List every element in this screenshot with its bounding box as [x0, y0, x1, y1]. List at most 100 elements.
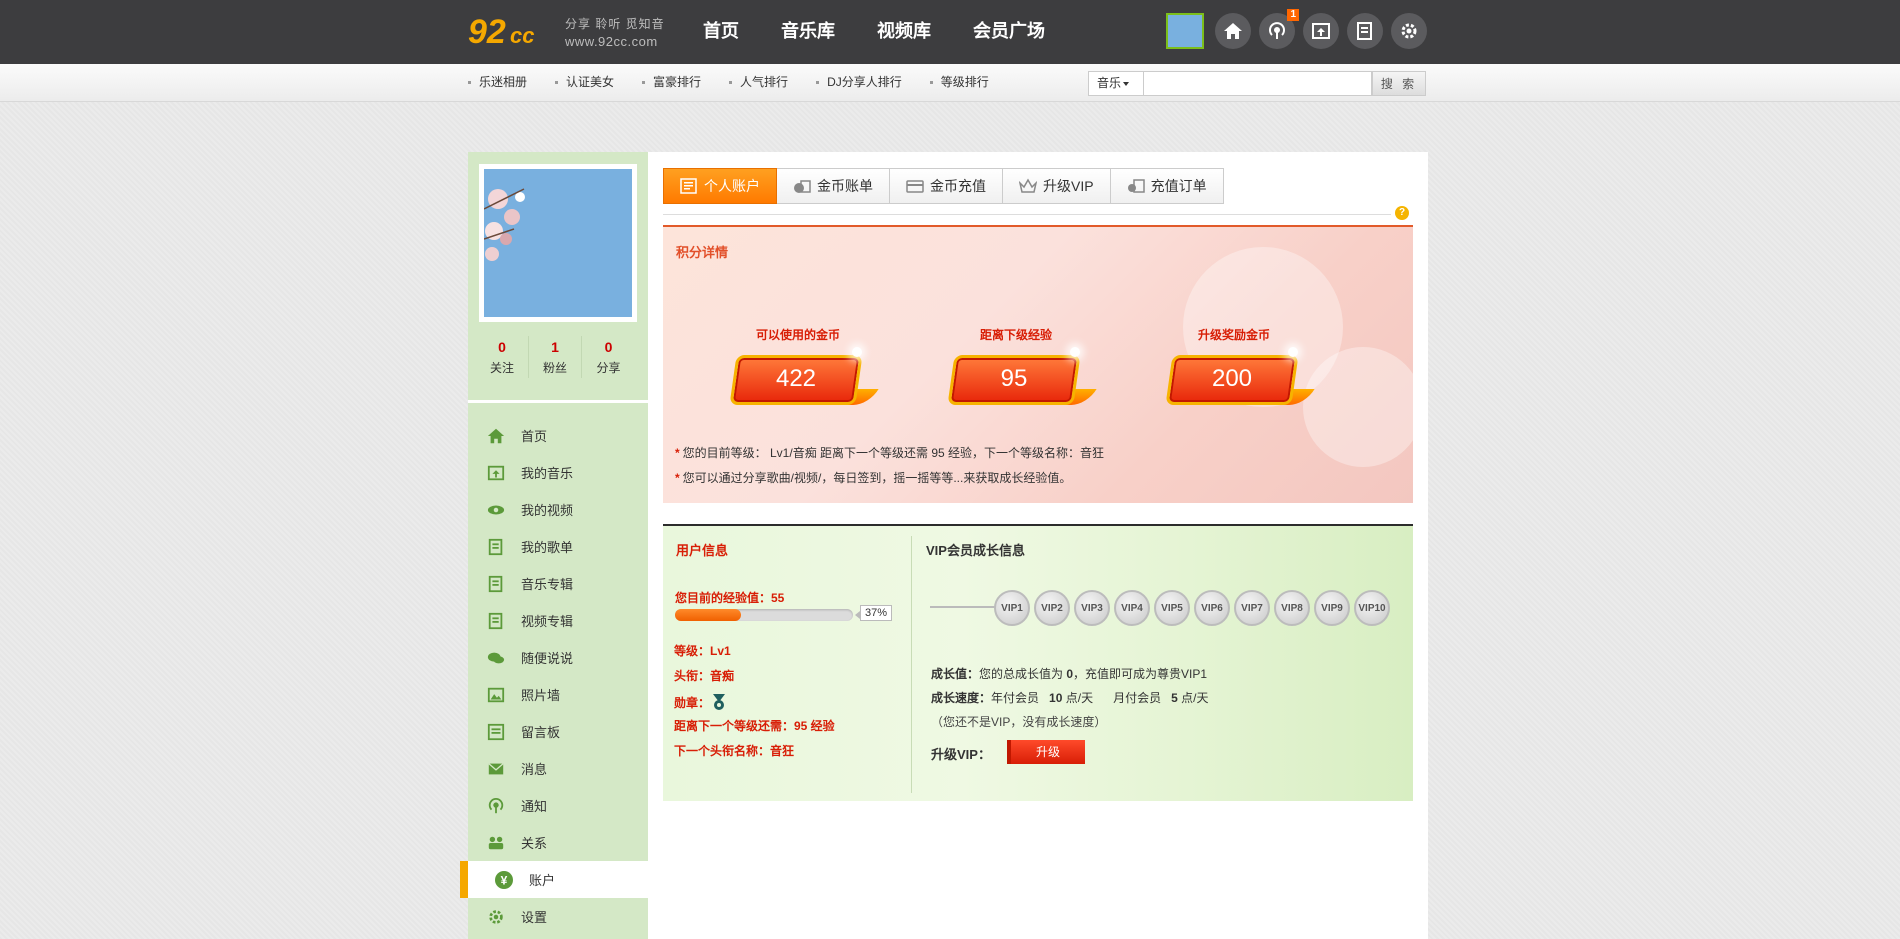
subnav-label: 认证美女 [566, 75, 615, 89]
points-badge: 422 [728, 347, 879, 413]
notification-icon[interactable]: 1 [1259, 9, 1299, 49]
top-bar: 92 cc 分享 聆听 觅知音 www.92cc.com 首页 音乐库 视频库 … [0, 0, 1900, 64]
subnav-rich-rank[interactable]: 富豪排行 [642, 64, 701, 100]
sidebar-item-music-album[interactable]: 音乐专辑 [468, 565, 648, 602]
stat-label: 粉丝 [542, 361, 567, 375]
upgrade-button[interactable]: 升级 [1011, 740, 1085, 764]
subnav-verified-beauty[interactable]: 认证美女 [555, 64, 614, 100]
user-avatar-thumb[interactable] [1166, 13, 1204, 49]
nav-music-library[interactable]: 音乐库 [781, 0, 835, 64]
search-category-value: 音乐 [1097, 76, 1122, 90]
exp-progress-bar [675, 609, 853, 621]
gear-icon[interactable] [1391, 13, 1427, 49]
tab-coin-bill[interactable]: 金币账单 [777, 168, 890, 204]
vip-level-7: VIP7 [1234, 590, 1270, 626]
subnav-popular-rank[interactable]: 人气排行 [729, 64, 788, 100]
svg-text:cc: cc [510, 23, 534, 48]
domain-text: www.92cc.com [565, 34, 658, 49]
list-icon [486, 537, 506, 557]
list-icon [486, 574, 506, 594]
sidebar-item-my-playlist[interactable]: 我的歌单 [468, 528, 648, 565]
sidebar-item-my-video[interactable]: 我的视频 [468, 491, 648, 528]
svg-text:¥: ¥ [501, 873, 508, 887]
nav-member-plaza[interactable]: 会员广场 [973, 0, 1045, 64]
board-icon [486, 722, 506, 742]
nav-video-library[interactable]: 视频库 [877, 0, 931, 64]
tab-coin-recharge[interactable]: 金币充值 [890, 168, 1003, 204]
sidebar-item-relations[interactable]: 关系 [468, 824, 648, 861]
sidebar-item-photo-wall[interactable]: 照片墙 [468, 676, 648, 713]
next-level-need: 距离下一个等级还需：95 经验 [674, 719, 835, 733]
sidebar-item-label: 随便说说 [521, 651, 574, 666]
sidebar-item-messages[interactable]: 消息 [468, 750, 648, 787]
search-box: 音乐 搜 索 [1088, 71, 1426, 96]
points-item-value: 422 [775, 365, 817, 392]
card-icon [906, 180, 924, 193]
sidebar-item-label: 首页 [521, 429, 548, 444]
info-panel: 用户信息 您目前的经验值：55 37% 等级：Lv1 头衔：音痴 勋章： 距离下… [663, 524, 1413, 801]
sidebar-item-video-album[interactable]: 视频专辑 [468, 602, 648, 639]
main-nav: 首页 音乐库 视频库 会员广场 [703, 0, 1087, 64]
stat-following[interactable]: 0 关注 [476, 336, 529, 378]
sidebar-item-label: 我的音乐 [521, 466, 574, 481]
vip-level-2: VIP2 [1034, 590, 1070, 626]
home-icon [486, 426, 506, 446]
tab-personal-account[interactable]: 个人账户 [663, 168, 777, 204]
upload-icon[interactable] [1303, 13, 1339, 49]
level-note: * 您的目前等级： Lv1/音痴 距离下一个等级还需 95 经验，下一个等级名称：… [675, 446, 1105, 460]
points-panel: 积分详情 可以使用的金币 422 距离下级经验 95 升级奖励金币 200 * 您… [663, 225, 1413, 503]
home-icon[interactable] [1215, 13, 1251, 49]
search-input[interactable] [1144, 71, 1372, 96]
speed-unit: 点/天 [1065, 691, 1094, 705]
points-item-label: 可以使用的金币 [755, 328, 840, 342]
growth-label: 成长值： [931, 667, 980, 681]
logo-slogan: 分享 聆听 觅知音 www.92cc.com [565, 16, 665, 50]
points-item-usable-coins: 可以使用的金币 422 [713, 327, 883, 413]
speed-label: 成长速度： [931, 691, 992, 705]
sidebar-item-notifications[interactable]: 通知 [468, 787, 648, 824]
points-item-upgrade-reward: 升级奖励金币 200 [1149, 327, 1319, 413]
site-logo[interactable]: 92 cc [468, 13, 558, 49]
sidebar-item-casual-talk[interactable]: 随便说说 [468, 639, 648, 676]
points-title: 积分详情 [676, 245, 729, 260]
sidebar-item-home[interactable]: 首页 [468, 417, 648, 454]
search-button[interactable]: 搜 索 [1372, 71, 1426, 96]
stat-fans[interactable]: 1 粉丝 [529, 336, 582, 378]
speed-month-value: 5 [1171, 691, 1178, 705]
playlist-icon[interactable] [1347, 13, 1383, 49]
exp-tip-note: * 您可以通过分享歌曲/视频/，每日签到，摇一摇等等...来获取成长经验值。 [675, 471, 1072, 485]
sidebar-item-label: 照片墙 [521, 688, 561, 703]
sidebar-item-settings[interactable]: 设置 [468, 898, 648, 935]
sidebar-item-account[interactable]: ¥ 账户 [460, 861, 648, 898]
sidebar-item-label: 视频专辑 [521, 614, 574, 629]
sidebar-item-my-music[interactable]: 我的音乐 [468, 454, 648, 491]
tab-upgrade-vip[interactable]: 升级VIP [1003, 168, 1111, 204]
subnav-dj-rank[interactable]: DJ分享人排行 [816, 64, 902, 100]
sidebar-item-message-board[interactable]: 留言板 [468, 713, 648, 750]
exp-tip-text: 您可以通过分享歌曲/视频/，每日签到，摇一摇等等...来获取成长经验值。 [682, 471, 1072, 485]
help-icon[interactable]: ? [1395, 206, 1409, 220]
search-category-select[interactable]: 音乐 [1088, 71, 1144, 96]
stat-shares[interactable]: 0 分享 [582, 336, 635, 378]
bg-decoration [1303, 347, 1413, 467]
vip-level-10: VIP10 [1354, 590, 1390, 626]
subnav-fan-album[interactable]: 乐迷相册 [468, 64, 527, 100]
sidebar-item-label: 账户 [529, 873, 556, 888]
info-divider [911, 536, 912, 793]
exp-label: 您目前的经验值：55 [675, 591, 785, 605]
sidebar-item-label: 我的视频 [521, 503, 574, 518]
points-item-label: 距离下级经验 [979, 328, 1052, 342]
tab-label: 充值订单 [1150, 178, 1207, 194]
medal-icon[interactable] [710, 692, 728, 712]
profile-avatar[interactable] [479, 164, 637, 322]
tab-label: 金币充值 [930, 178, 986, 194]
document-icon [680, 178, 697, 194]
tab-recharge-orders[interactable]: 充值订单 [1110, 168, 1224, 204]
svg-text:92: 92 [468, 13, 506, 49]
points-item-value: 200 [1211, 365, 1253, 392]
avatar-image [484, 169, 632, 317]
mail-icon [486, 759, 506, 779]
subnav-level-rank[interactable]: 等级排行 [929, 64, 989, 100]
nav-home[interactable]: 首页 [703, 0, 739, 64]
chat-icon [486, 648, 506, 668]
